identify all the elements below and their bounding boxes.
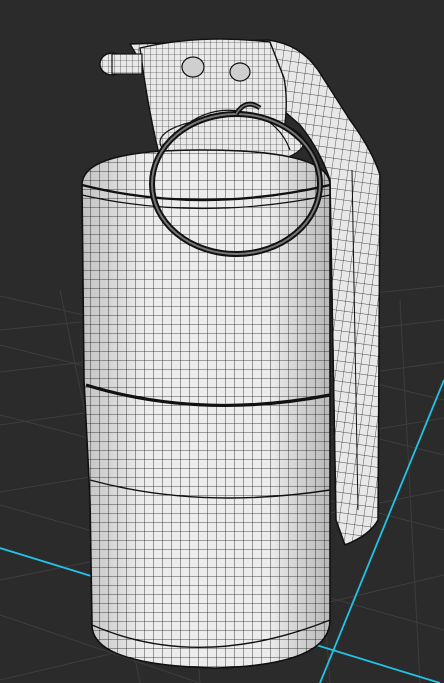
rivet-icon <box>181 56 205 78</box>
rivet-icon <box>229 62 251 82</box>
viewport-canvas[interactable] <box>0 0 444 683</box>
body-canister[interactable] <box>81 149 331 669</box>
top-fuse[interactable] <box>99 38 305 167</box>
3d-viewport[interactable] <box>0 0 444 683</box>
